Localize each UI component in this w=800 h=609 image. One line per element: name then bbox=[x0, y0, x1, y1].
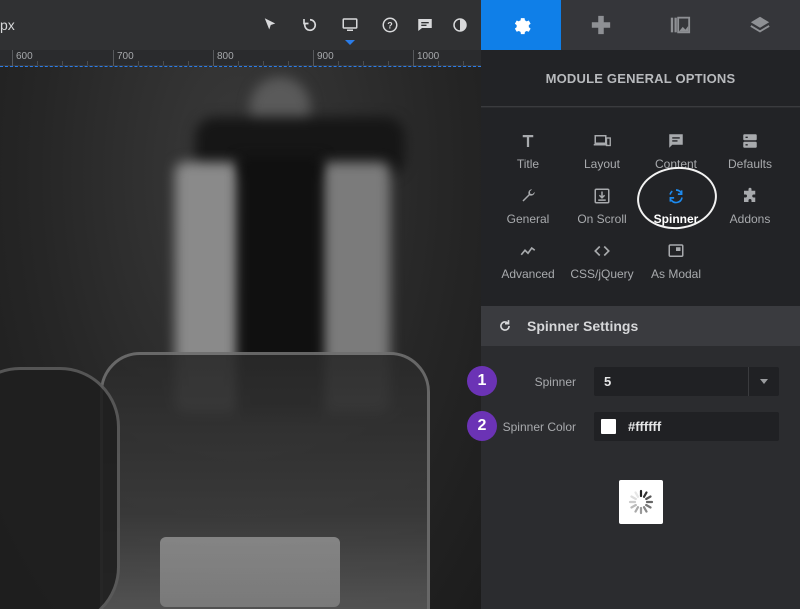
option-label: General bbox=[506, 212, 550, 226]
layout-icon bbox=[593, 135, 611, 147]
step-badge-1: 1 bbox=[467, 366, 497, 396]
loading-spinner-icon bbox=[628, 489, 654, 515]
option-label: Advanced bbox=[501, 267, 555, 281]
library-icon bbox=[671, 16, 691, 34]
tab-layer-actions[interactable] bbox=[561, 0, 641, 50]
spinner-settings-header[interactable]: Spinner Settings bbox=[481, 306, 800, 346]
layout-guide-line bbox=[0, 66, 481, 67]
defaults-icon bbox=[743, 134, 757, 148]
spinner-color-value: #ffffff bbox=[628, 419, 662, 434]
ruler-mark: 600 bbox=[16, 51, 33, 62]
spinner-select-value: 5 bbox=[604, 374, 612, 389]
gamepad-icon bbox=[591, 15, 610, 35]
spinner-preview bbox=[619, 480, 663, 524]
editor-toolbar: px ? bbox=[0, 0, 481, 50]
option-label: Defaults bbox=[727, 157, 773, 171]
settings-gear-icon bbox=[514, 18, 531, 35]
option-label: On Scroll bbox=[577, 212, 627, 226]
option-layout[interactable]: Layout bbox=[563, 128, 641, 178]
spinner-select[interactable]: 5 bbox=[594, 367, 779, 396]
option-title[interactable]: Title bbox=[489, 128, 567, 178]
option-defaults[interactable]: Defaults bbox=[711, 128, 789, 178]
ruler-mark: 900 bbox=[317, 51, 334, 62]
option-label: As Modal bbox=[650, 267, 702, 281]
content-icon bbox=[669, 134, 683, 148]
modal-icon bbox=[668, 244, 684, 257]
comments-icon[interactable] bbox=[413, 13, 437, 37]
spinner-settings-title: Spinner Settings bbox=[527, 318, 639, 334]
ruler-mark: 800 bbox=[217, 51, 234, 62]
option-addons[interactable]: Addons bbox=[711, 183, 789, 233]
spinner-label: Spinner bbox=[534, 375, 576, 389]
editor-canvas: px ? 600 700 800 900 1000 bbox=[0, 0, 481, 609]
desktop-icon[interactable] bbox=[338, 13, 362, 37]
svg-text:?: ? bbox=[387, 20, 393, 30]
tab-layers[interactable] bbox=[720, 0, 800, 50]
on-scroll-icon bbox=[594, 188, 610, 204]
refresh-icon bbox=[500, 320, 510, 331]
panel-title: MODULE GENERAL OPTIONS bbox=[481, 50, 800, 107]
tab-settings[interactable] bbox=[481, 0, 561, 50]
horizontal-ruler[interactable]: 600 700 800 900 1000 bbox=[0, 50, 481, 66]
unit-label: px bbox=[0, 17, 15, 33]
layers-icon bbox=[750, 16, 770, 33]
title-icon bbox=[522, 135, 534, 147]
option-general[interactable]: General bbox=[489, 183, 567, 233]
option-css-jquery[interactable]: CSS/jQuery bbox=[563, 238, 641, 288]
puzzle-icon bbox=[744, 187, 756, 202]
chevron-down-icon bbox=[760, 379, 768, 384]
option-as-modal[interactable]: As Modal bbox=[637, 238, 715, 288]
option-label: CSS/jQuery bbox=[570, 267, 634, 281]
option-label: Title bbox=[516, 157, 540, 171]
ruler-mark: 700 bbox=[117, 51, 134, 62]
pointer-icon[interactable] bbox=[258, 13, 282, 37]
option-on-scroll[interactable]: On Scroll bbox=[563, 183, 641, 233]
undo-icon[interactable] bbox=[298, 13, 322, 37]
ruler-mark: 1000 bbox=[417, 51, 440, 62]
spinner-color-label: Spinner Color bbox=[502, 420, 576, 434]
option-label: Layout bbox=[583, 157, 621, 171]
code-icon bbox=[594, 245, 610, 257]
color-swatch[interactable] bbox=[601, 419, 616, 434]
option-label: Addons bbox=[729, 212, 771, 226]
help-icon[interactable]: ? bbox=[378, 13, 402, 37]
spinner-settings-body: 1 Spinner 5 2 Spinner Color #ffffff bbox=[467, 346, 800, 609]
wrench-icon bbox=[522, 189, 535, 202]
slide-background-image bbox=[0, 67, 481, 609]
active-device-indicator bbox=[345, 40, 355, 45]
contrast-icon[interactable] bbox=[448, 13, 472, 37]
option-advanced[interactable]: Advanced bbox=[489, 238, 567, 288]
tab-library[interactable] bbox=[641, 0, 721, 50]
panel-tabs bbox=[481, 0, 800, 50]
spinner-color-field[interactable]: #ffffff bbox=[594, 412, 779, 441]
advanced-icon bbox=[520, 246, 536, 256]
